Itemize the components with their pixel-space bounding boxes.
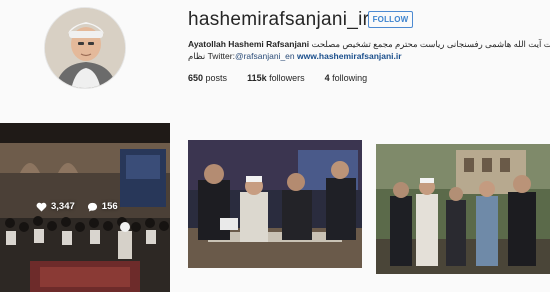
profile-stats: 650 posts 115k followers 4 following	[188, 73, 387, 83]
following-count[interactable]: 4 following	[325, 73, 368, 83]
heart-icon	[36, 202, 47, 212]
bio-line-1: Ayatollah Hashemi Rafsanjani حضرت آیت ال…	[188, 38, 550, 50]
following-count-number: 4	[324, 73, 330, 83]
website-link[interactable]: www.hashemirafsanjani.ir	[297, 51, 402, 61]
avatar-portrait	[45, 8, 125, 88]
followers-count-label: followers	[269, 73, 305, 83]
post-1-likes: 3,347	[36, 201, 75, 212]
profile-bio: Ayatollah Hashemi Rafsanjani حضرت آیت ال…	[188, 38, 550, 62]
profile-avatar[interactable]	[44, 7, 126, 89]
follow-button[interactable]: FOLLOW	[368, 11, 413, 28]
followers-count[interactable]: 115k followers	[247, 73, 305, 83]
post-1-comments: 156	[87, 201, 118, 212]
post-1-likes-count: 3,347	[51, 201, 75, 212]
bio-line-2: نظام Twitter:@rafsanjani_en www.hashemir…	[188, 50, 533, 62]
comment-bubble-icon	[87, 202, 98, 212]
twitter-handle-link[interactable]: @rafsanjani_en	[235, 51, 295, 61]
following-count-label: following	[332, 73, 368, 83]
posts-count-label: posts	[205, 73, 228, 83]
posts-count-number: 650	[188, 73, 204, 83]
bio-text: حضرت آیت الله هاشمی رفسنجانی ریاست محترم…	[311, 39, 550, 49]
followers-count-number: 115k	[247, 73, 267, 83]
bio-line2-prefix: نظام Twitter:	[188, 51, 235, 61]
profile-username: hashemirafsanjani_ir	[188, 9, 370, 30]
post-1-comments-count: 156	[101, 201, 118, 212]
post-1-hover-overlay: 3,347 156	[36, 201, 130, 212]
posts-count: 650 posts	[188, 73, 227, 83]
post-thumbnail-3[interactable]	[376, 144, 550, 274]
post-thumbnail-1[interactable]: 3,347 156	[0, 123, 170, 292]
post-thumbnail-2[interactable]	[188, 140, 362, 268]
post-3-photo	[376, 144, 550, 274]
profile-full-name: Ayatollah Hashemi Rafsanjani	[188, 39, 310, 49]
post-2-photo	[188, 140, 362, 268]
